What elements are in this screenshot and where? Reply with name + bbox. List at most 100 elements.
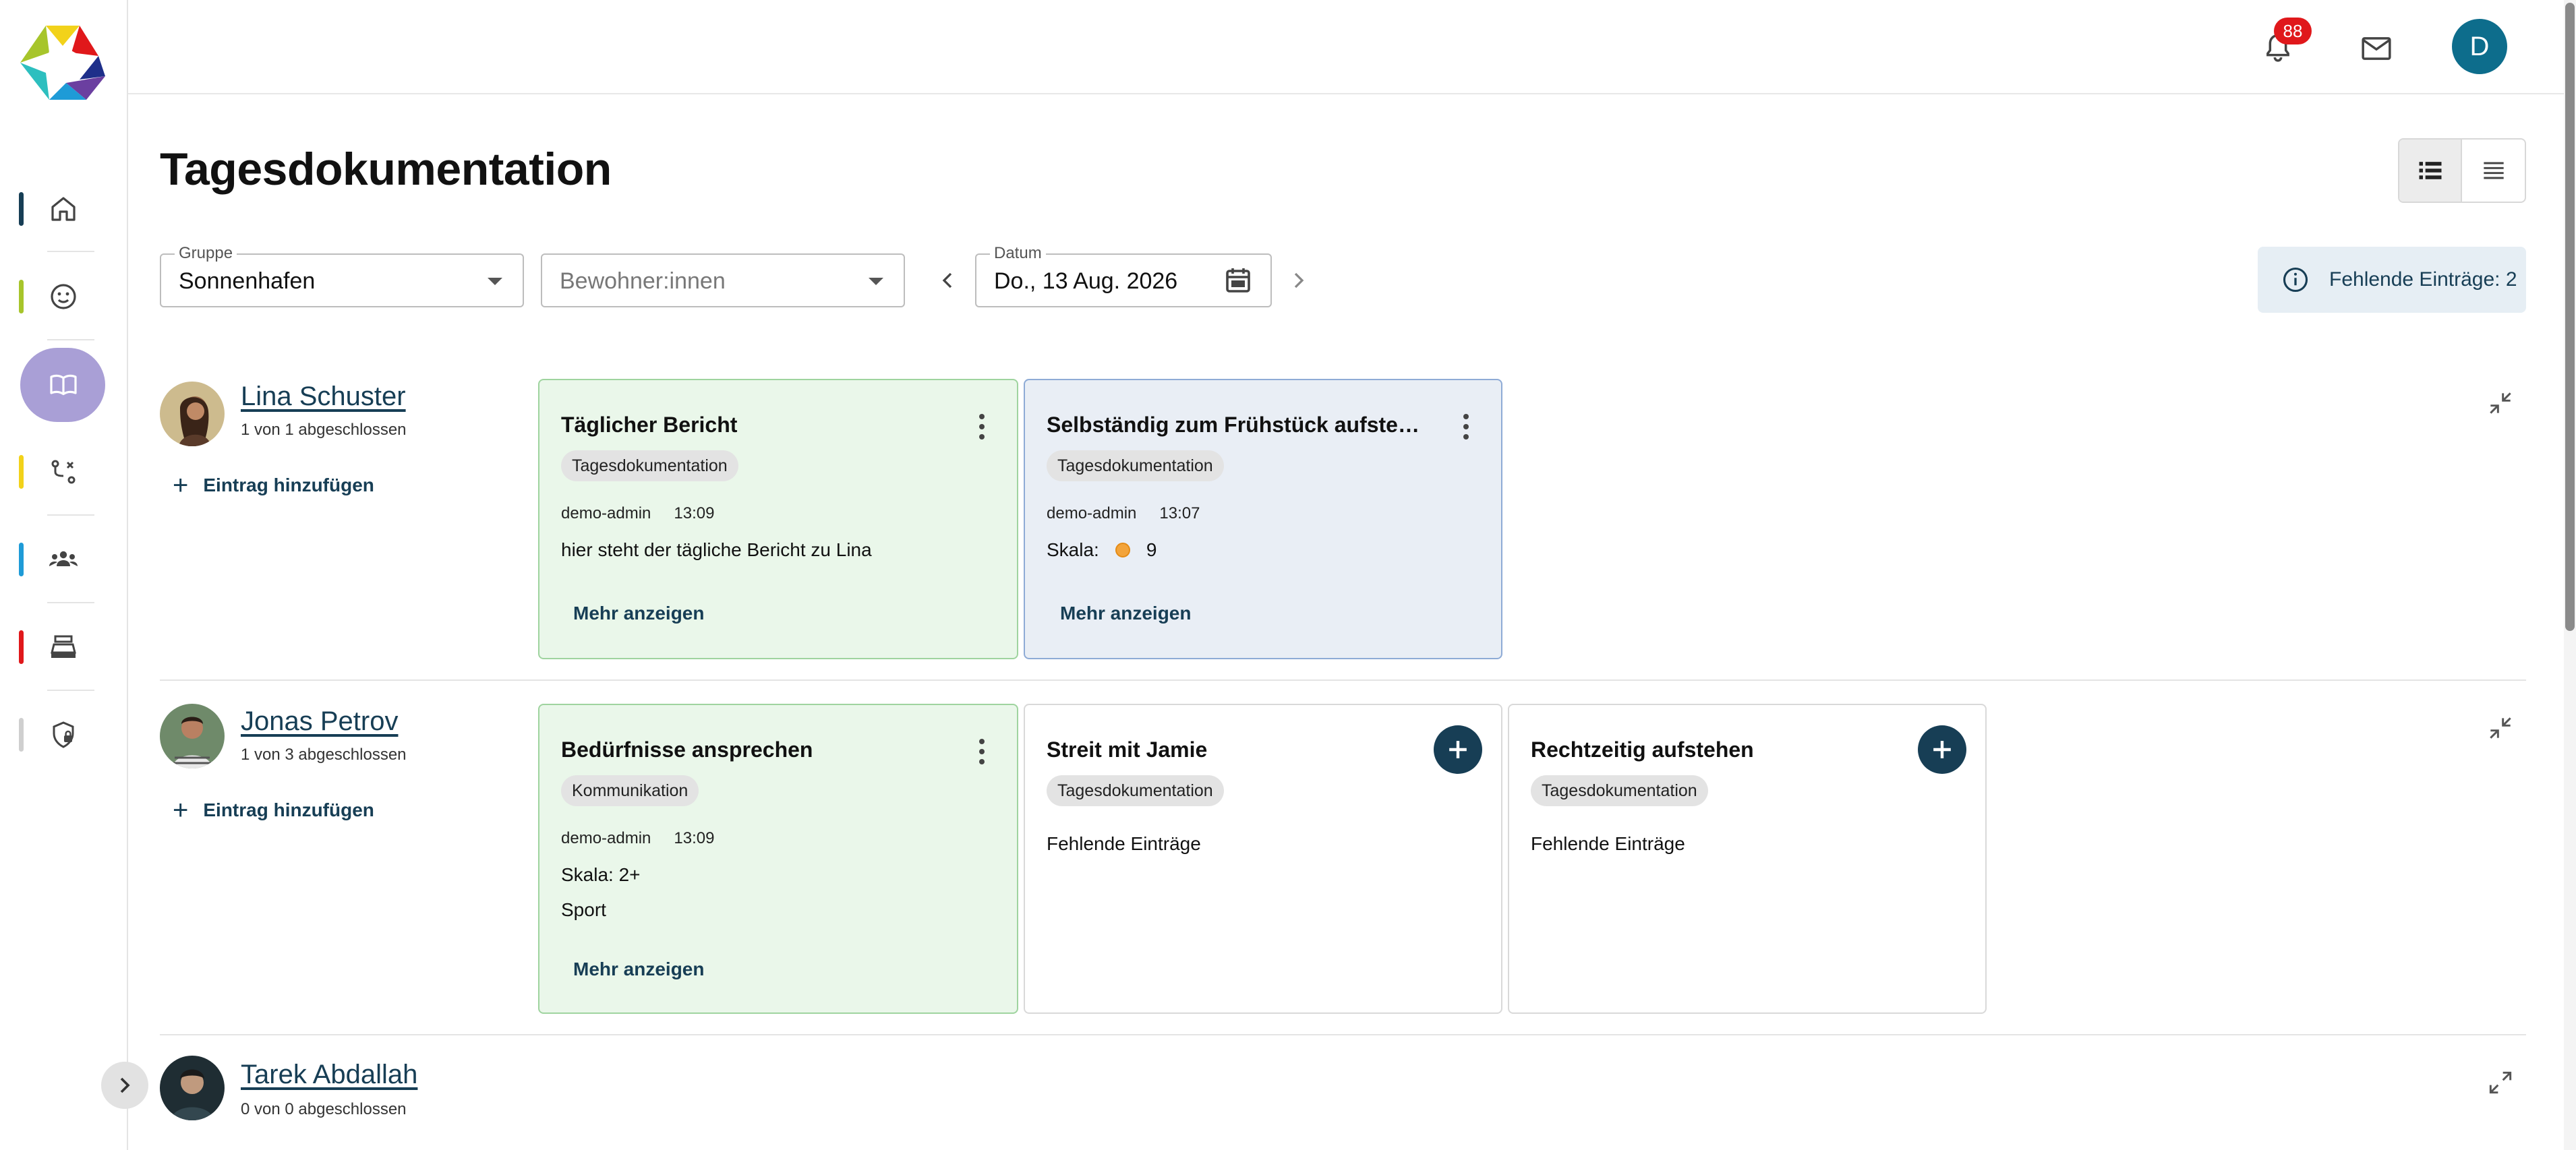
- add-entry-button[interactable]: [1434, 725, 1482, 774]
- plus-icon: [1933, 741, 1951, 758]
- category-chip: Tagesdokumentation: [561, 450, 738, 481]
- entry-card[interactable]: Täglicher Bericht Tagesdokumentation dem…: [538, 379, 1018, 659]
- nav-emoji[interactable]: [0, 263, 128, 330]
- mail-icon: [2362, 37, 2391, 60]
- nav-privacy[interactable]: [0, 701, 128, 768]
- scale-label: Skala:: [1047, 539, 1099, 560]
- entry-card[interactable]: Bedürfnisse ansprechen Kommunikation dem…: [538, 704, 1018, 1014]
- card-meta: demo-admin 13:07: [1047, 504, 1223, 523]
- card-author: demo-admin: [561, 504, 651, 522]
- scale-value: 2+: [618, 864, 641, 885]
- scrollbar-thumb[interactable]: [2565, 3, 2575, 631]
- card-title: Bedürfnisse ansprechen: [561, 737, 813, 762]
- add-entry-button[interactable]: + Eintrag hinzufügen: [173, 472, 374, 499]
- notification-count-badge: 88: [2274, 18, 2312, 44]
- home-icon: [47, 193, 80, 225]
- show-more-button[interactable]: Mehr anzeigen: [1060, 603, 1191, 624]
- nav-documentation[interactable]: [0, 351, 128, 419]
- missing-entries-info[interactable]: Fehlende Einträge: 2: [2258, 247, 2526, 313]
- card-meta: demo-admin 13:09: [561, 504, 737, 523]
- sidebar: [0, 0, 128, 1150]
- nav-routes[interactable]: [0, 438, 128, 506]
- chevron-right-icon: [120, 1077, 130, 1093]
- card-time: 13:09: [674, 504, 715, 522]
- nav-divider: [47, 602, 94, 603]
- entry-card[interactable]: Rechtzeitig aufstehen Tagesdokumentation…: [1508, 704, 1987, 1014]
- scale-dot-icon: [1115, 543, 1130, 557]
- group-select[interactable]: Gruppe Sonnenhafen: [160, 244, 524, 307]
- more-options-icon[interactable]: [1463, 414, 1469, 440]
- resident-name-link[interactable]: Lina Schuster: [241, 382, 406, 412]
- nav-people[interactable]: [0, 526, 128, 593]
- nav-indicator: [19, 718, 24, 752]
- add-entry-button[interactable]: [1918, 725, 1966, 774]
- card-title: Täglicher Bericht: [561, 413, 738, 437]
- list-detailed-icon: [2419, 162, 2441, 179]
- scale-value: 9: [1146, 539, 1157, 560]
- user-avatar[interactable]: D: [2452, 19, 2507, 74]
- resident-progress: 1 von 1 abgeschlossen: [241, 421, 407, 439]
- card-author: demo-admin: [1047, 504, 1137, 522]
- more-options-icon[interactable]: [979, 414, 985, 440]
- add-entry-button[interactable]: + Eintrag hinzufügen: [173, 797, 374, 824]
- category-chip: Tagesdokumentation: [1047, 450, 1224, 481]
- show-more-button[interactable]: Mehr anzeigen: [573, 959, 704, 980]
- date-value: Do., 13 Aug. 2026: [994, 268, 1178, 294]
- nav-cashbox[interactable]: [0, 613, 128, 681]
- nav-divider: [47, 251, 94, 252]
- chevron-right-icon: [1294, 272, 1304, 289]
- page-title: Tagesdokumentation: [160, 144, 612, 195]
- resident-name-link[interactable]: Jonas Petrov: [241, 706, 398, 737]
- calendar-icon[interactable]: [1222, 264, 1254, 297]
- card-text: hier steht der tägliche Bericht zu Lina: [561, 539, 872, 560]
- card-view-button[interactable]: [2399, 140, 2463, 202]
- previous-day-button[interactable]: [934, 267, 961, 294]
- residents-select[interactable]: Bewohner:innen: [541, 253, 905, 307]
- card-author: demo-admin: [561, 829, 651, 847]
- people-icon: [47, 543, 80, 576]
- nav-divider: [47, 339, 94, 340]
- route-icon: [47, 456, 80, 488]
- nav-home[interactable]: [0, 175, 128, 243]
- avatar: [160, 1056, 225, 1120]
- card-meta: demo-admin 13:09: [561, 829, 737, 848]
- card-text: Sport: [561, 899, 606, 920]
- plus-icon: [1449, 741, 1467, 758]
- entry-card[interactable]: Selbständig zum Frühstück aufsteh... Tag…: [1024, 379, 1502, 659]
- smiley-icon: [47, 280, 80, 313]
- messages-button[interactable]: [2358, 30, 2395, 67]
- resident-progress: 1 von 3 abgeschlossen: [241, 746, 407, 764]
- view-toggle: [2398, 138, 2526, 203]
- sidebar-expand-button[interactable]: [101, 1062, 148, 1109]
- card-title: Rechtzeitig aufstehen: [1531, 737, 1754, 762]
- card-text: Fehlende Einträge: [1531, 833, 1685, 854]
- category-chip: Tagesdokumentation: [1047, 775, 1224, 806]
- nav-divider: [47, 690, 94, 691]
- nav-indicator: [19, 192, 24, 226]
- plus-icon: +: [173, 795, 189, 825]
- collapse-icon[interactable]: [2486, 388, 2515, 418]
- card-title: Streit mit Jamie: [1047, 737, 1208, 762]
- app-logo[interactable]: [19, 26, 107, 100]
- cash-register-icon: [47, 631, 80, 663]
- dropdown-arrow-icon: [488, 278, 502, 285]
- card-time: 13:07: [1159, 504, 1200, 522]
- compact-view-button[interactable]: [2462, 140, 2525, 202]
- collapse-icon[interactable]: [2486, 713, 2515, 743]
- show-more-button[interactable]: Mehr anzeigen: [573, 603, 704, 624]
- card-text: Fehlende Einträge: [1047, 833, 1201, 854]
- info-icon: [2283, 267, 2308, 293]
- more-options-icon[interactable]: [979, 739, 985, 764]
- entry-card[interactable]: Streit mit Jamie Tagesdokumentation Fehl…: [1024, 704, 1502, 1014]
- chevron-left-icon: [942, 272, 952, 289]
- book-open-icon: [47, 369, 80, 401]
- avatar: [160, 704, 225, 768]
- date-picker-field[interactable]: Datum Do., 13 Aug. 2026: [975, 244, 1272, 307]
- next-day-button[interactable]: [1285, 267, 1312, 294]
- nav-indicator: [19, 630, 24, 664]
- expand-icon[interactable]: [2486, 1068, 2515, 1097]
- group-select-value: Sonnenhafen: [179, 268, 316, 294]
- top-bar: [128, 0, 2564, 94]
- add-entry-label: Eintrag hinzufügen: [203, 799, 374, 820]
- resident-name-link[interactable]: Tarek Abdallah: [241, 1060, 417, 1090]
